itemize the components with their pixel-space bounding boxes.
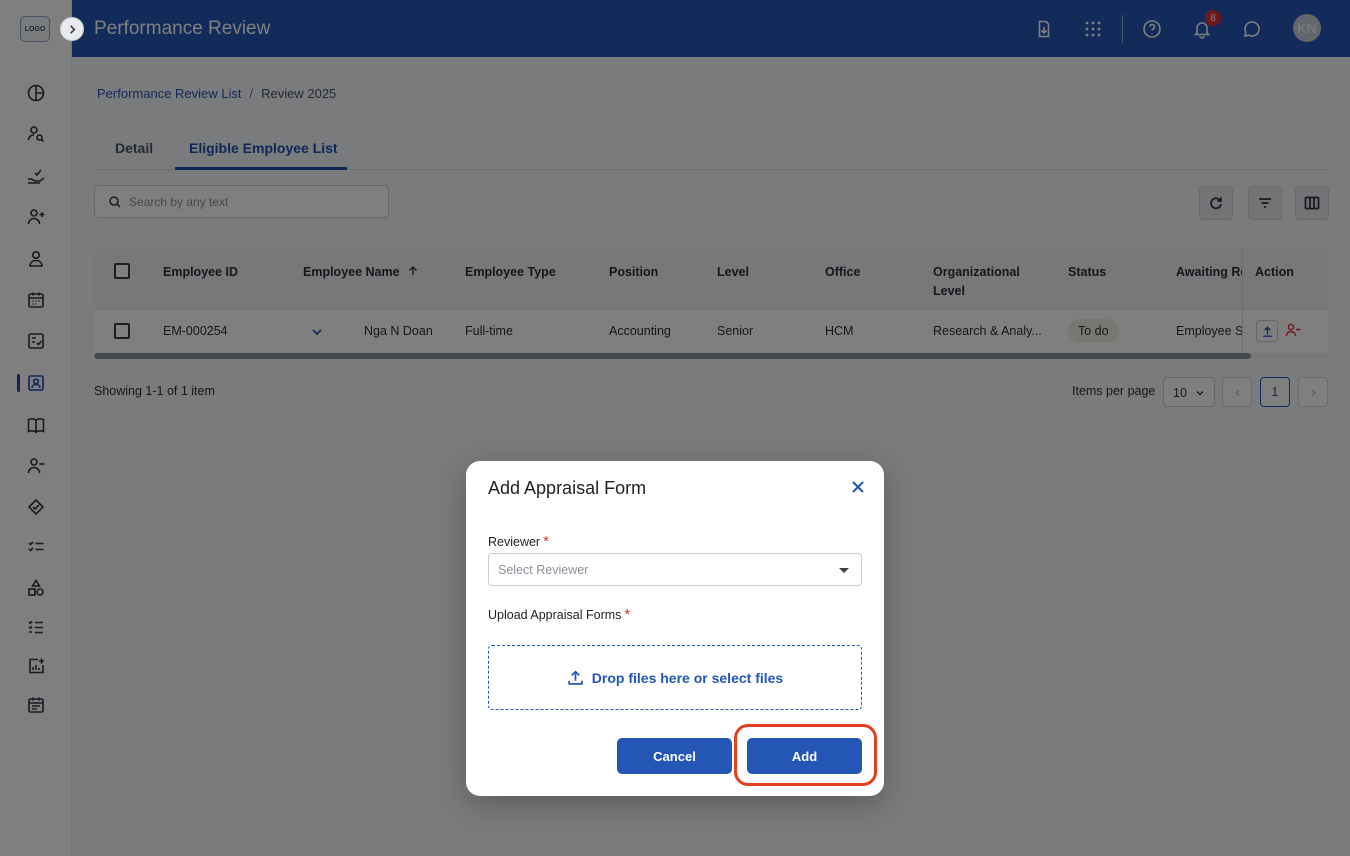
reviewer-placeholder: Select Reviewer xyxy=(498,563,589,577)
required-mark: * xyxy=(624,606,631,623)
close-button[interactable] xyxy=(848,477,868,497)
dropzone-text: Drop files here or select files xyxy=(591,669,784,686)
required-mark: * xyxy=(543,533,549,550)
close-icon xyxy=(852,481,864,493)
caret-down-icon xyxy=(839,568,849,573)
file-dropzone[interactable]: Drop files here or select files xyxy=(488,645,862,710)
reviewer-label: Reviewer * xyxy=(488,533,549,550)
upload-label-text: Upload Appraisal Forms xyxy=(488,608,622,622)
cancel-button[interactable]: Cancel xyxy=(617,738,732,774)
sidebar-expand-button[interactable] xyxy=(60,17,84,41)
reviewer-select[interactable]: Select Reviewer xyxy=(488,553,862,586)
chevron-right-icon xyxy=(69,24,76,34)
add-button-highlight xyxy=(734,724,877,786)
reviewer-label-text: Reviewer xyxy=(488,535,541,549)
dialog-title: Add Appraisal Form xyxy=(488,478,647,498)
upload-label: Upload Appraisal Forms * xyxy=(488,606,630,623)
upload-icon xyxy=(568,670,583,685)
